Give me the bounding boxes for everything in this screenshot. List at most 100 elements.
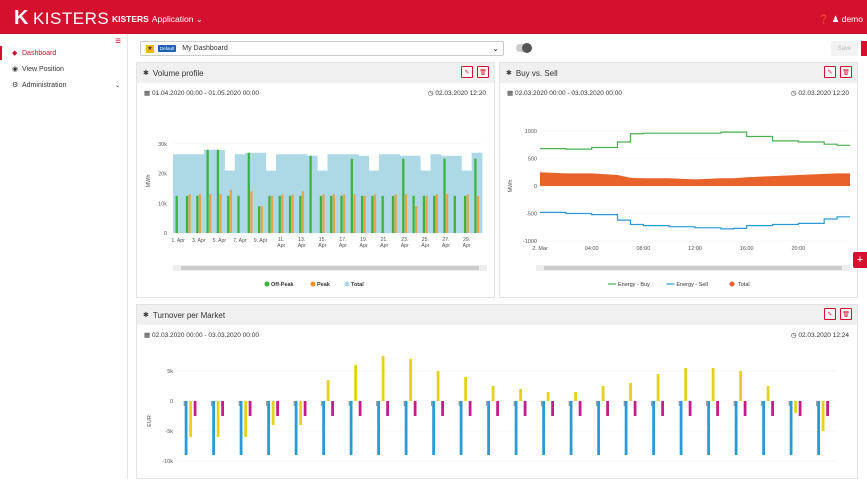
x-tick-label: Apr <box>277 243 285 249</box>
timestamp: ◷ 02.03.2020 12:24 <box>791 331 849 339</box>
off-peak-bar <box>340 195 343 233</box>
y-tick-label: 500 <box>528 157 537 163</box>
y-tick-label: -10k <box>162 459 173 465</box>
off-peak-bar <box>309 155 312 233</box>
default-badge: Default <box>158 45 177 52</box>
x-tick-label: 04:00 <box>585 246 599 252</box>
y-tick-label: 0 <box>170 399 173 405</box>
edit-mode-toggle[interactable] <box>516 43 532 53</box>
sell-bar <box>679 401 683 455</box>
y-tick-label: -500 <box>526 212 537 218</box>
magenta-bar <box>578 401 582 416</box>
app-brand: KISTERS <box>112 14 149 24</box>
buy-vs-sell-chart: -1000 -500 0 500 1000 MWh 2. Mar 04:00 08:00 12:0… <box>508 129 850 288</box>
yellow-bar <box>711 368 715 401</box>
magenta-bar <box>551 401 554 416</box>
yellow-bar <box>189 401 192 437</box>
dashboard-icon: ◆ <box>12 50 18 57</box>
off-peak-bar <box>412 195 415 233</box>
legend-marker <box>264 281 270 287</box>
volume-profile-chart: 0 10k 20k 30k MWh 1. Apr 3. Apr 5. Apr 7. Apr 9. … <box>146 142 487 288</box>
kisters-logo[interactable]: K KISTERS <box>14 7 109 30</box>
timestamp-text: 02.03.2020 12:24 <box>798 332 849 339</box>
tiny-bar <box>623 401 625 406</box>
magenta-bar <box>743 401 747 416</box>
delete-button[interactable]: 🗑 <box>840 66 852 78</box>
off-peak-bar <box>360 195 364 233</box>
peak-bar <box>301 191 305 233</box>
date-range-text: 01.04.2020 00:00 - 01.05.2020 00:00 <box>151 90 259 97</box>
tiny-bar <box>541 401 543 406</box>
magenta-bar <box>193 401 197 416</box>
peak-bar <box>373 194 377 233</box>
delete-button[interactable]: 🗑 <box>477 66 489 78</box>
peak-bar <box>415 206 418 233</box>
scrollbar-thumb <box>544 266 842 270</box>
off-peak-bar <box>247 152 250 233</box>
total-series-area <box>540 172 850 186</box>
x-tick-label: 16:00 <box>740 246 754 252</box>
magenta-bar <box>826 401 829 416</box>
off-peak-bar <box>299 195 302 233</box>
magenta-bar <box>661 401 664 416</box>
tiny-bar <box>348 401 350 406</box>
sell-bar <box>459 401 463 455</box>
dashboard-select[interactable]: ★ Default My Dashboard ⌄ <box>140 41 504 56</box>
off-peak-bar <box>474 158 477 233</box>
scrollbar-thumb <box>181 266 479 270</box>
x-tick-label: 12:00 <box>688 246 702 252</box>
sell-bar <box>707 401 710 455</box>
save-button[interactable]: Save <box>831 41 858 56</box>
off-peak-bar <box>402 158 405 233</box>
edit-button[interactable]: ✎ <box>461 66 473 78</box>
peak-bar <box>394 194 397 233</box>
magenta-bar <box>606 401 609 416</box>
peak-bar <box>188 194 191 233</box>
x-tick-label: 20:00 <box>791 246 805 252</box>
magenta-bar <box>716 401 719 416</box>
tiny-bar <box>678 401 680 406</box>
sell-bar <box>239 401 243 455</box>
off-peak-bar <box>237 195 240 233</box>
edit-button[interactable]: ✎ <box>824 308 836 320</box>
magenta-bar <box>386 401 389 416</box>
peak-bar <box>466 194 469 233</box>
delete-button[interactable]: 🗑 <box>840 308 852 320</box>
star-icon[interactable]: ★ <box>146 44 154 53</box>
sidebar-item-administration[interactable]: ⚙ Administration ⌄ <box>0 78 128 92</box>
magenta-bar <box>798 401 802 416</box>
gear-icon: ✱ <box>506 70 512 77</box>
add-widget-button[interactable]: + <box>853 252 867 268</box>
save-button-edge[interactable] <box>861 41 867 56</box>
application-menu[interactable]: KISTERS Application ⌄ <box>112 14 203 25</box>
x-tick-label: Apr <box>463 243 471 249</box>
yellow-bar <box>271 401 275 425</box>
y-axis-label: MWh <box>508 180 514 193</box>
off-peak-bar <box>443 158 446 233</box>
x-tick-label: 08:00 <box>636 246 650 252</box>
x-tick-label: 7. Apr <box>233 238 247 244</box>
tiny-bar <box>431 401 433 406</box>
panel-volume-profile: ✱ Volume profile ✎ 🗑 ▦ 01.04.2020 00:00 … <box>136 62 495 298</box>
eye-icon: ◉ <box>12 66 19 73</box>
peak-bar <box>198 194 202 233</box>
y-tick-label: 30k <box>158 142 167 148</box>
x-tick-label: Apr <box>380 243 388 249</box>
sidebar-item-dashboard[interactable]: ◆ Dashboard <box>0 46 128 60</box>
user-menu[interactable]: ❓ ♟ demo <box>819 14 863 25</box>
tiny-bar <box>733 401 735 406</box>
tiny-bar <box>816 401 818 406</box>
off-peak-bar <box>206 149 209 233</box>
magenta-bar <box>633 401 637 416</box>
tiny-bar <box>183 401 185 406</box>
timestamp-text: 02.03.2020 12:20 <box>435 90 486 97</box>
magenta-bar <box>276 401 279 416</box>
off-peak-bar <box>185 195 189 233</box>
edit-button[interactable]: ✎ <box>824 66 836 78</box>
peak-bar <box>353 194 356 233</box>
magenta-bar <box>771 401 774 416</box>
sell-bar <box>652 401 655 455</box>
sidebar-item-view-position[interactable]: ◉ View Position <box>0 62 128 76</box>
sell-bar <box>267 401 270 455</box>
x-tick-label: Apr <box>298 243 306 249</box>
